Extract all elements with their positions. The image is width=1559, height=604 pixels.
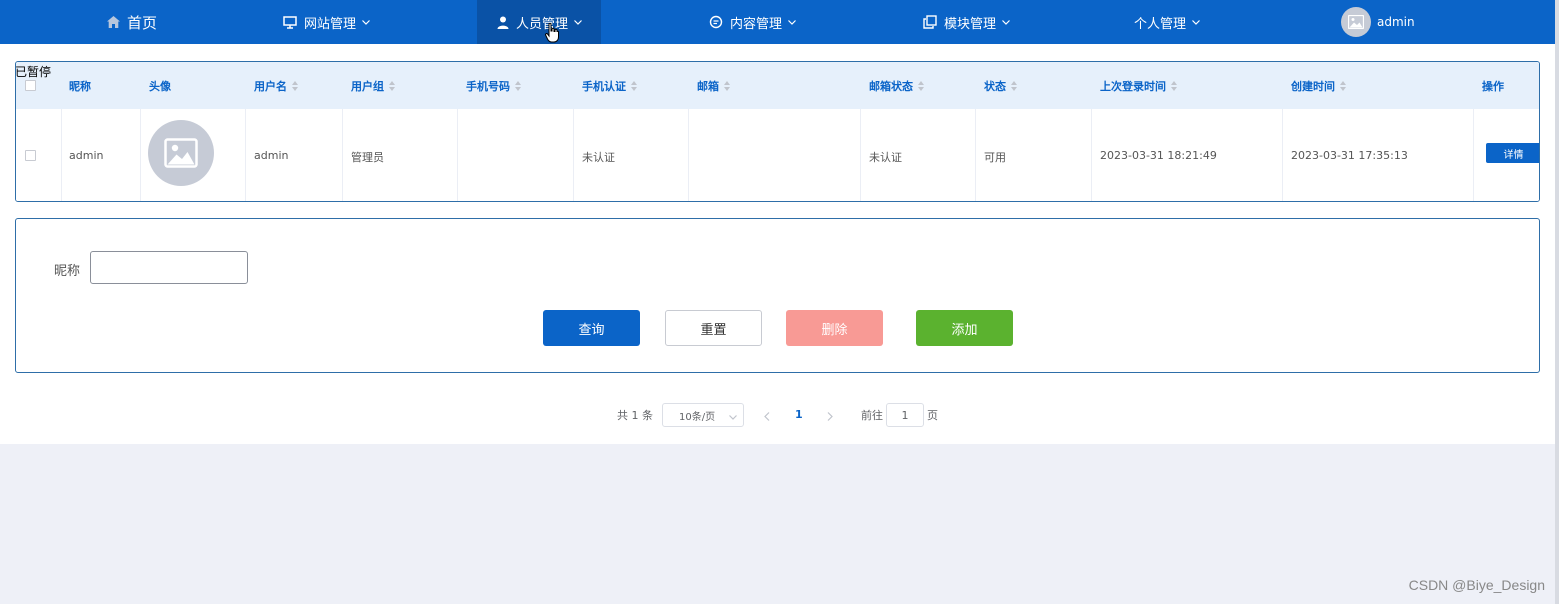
chevron-down-icon	[1192, 19, 1200, 25]
nav-label-home: 首页	[127, 13, 158, 32]
chevron-down-icon	[574, 19, 582, 25]
goto-page-input[interactable]	[886, 403, 924, 427]
chevron-down-icon	[788, 19, 796, 25]
content-panel: 昵称 头像 用户名 用户组 手机号码 手机认证 邮箱 邮箱状态 状态 上次登录时…	[0, 44, 1555, 444]
cell-username: admin	[254, 149, 289, 162]
goto-suffix: 页	[927, 409, 938, 422]
nav-label-module-management: 模块管理	[944, 16, 997, 32]
next-page-icon[interactable]	[827, 410, 833, 424]
nav-label-site-management: 网站管理	[304, 16, 357, 32]
cell-nickname: admin	[69, 149, 104, 162]
hand-cursor-icon	[545, 22, 559, 46]
nav-item-staff-management[interactable]: 人员管理	[477, 0, 601, 44]
chat-icon	[709, 15, 723, 29]
home-icon	[107, 16, 120, 28]
column-header-username[interactable]: 用户名	[254, 79, 298, 93]
nav-item-module-management[interactable]: 模块管理	[923, 0, 1010, 44]
watermark-text: CSDN @Biye_Design	[1408, 577, 1545, 593]
goto-prefix: 前往	[861, 409, 883, 422]
table-header: 昵称 头像 用户名 用户组 手机号码 手机认证 邮箱 邮箱状态 状态 上次登录时…	[16, 62, 1539, 109]
copy-icon	[923, 15, 937, 29]
page-size-value: 10条/页	[679, 411, 716, 423]
sort-icon	[515, 81, 521, 91]
user-menu[interactable]: admin	[1341, 0, 1415, 44]
nav-item-content-management[interactable]: 内容管理	[709, 0, 796, 44]
sort-icon	[1340, 81, 1346, 91]
user-name: admin	[1377, 15, 1415, 29]
column-header-phone-verified[interactable]: 手机认证	[582, 79, 637, 93]
sort-icon	[1011, 81, 1017, 91]
chevron-down-icon	[1002, 19, 1010, 25]
cell-created: 2023-03-31 17:35:13	[1291, 149, 1408, 162]
column-header-phone[interactable]: 手机号码	[466, 79, 521, 93]
sort-icon	[724, 81, 730, 91]
sort-icon	[1171, 81, 1177, 91]
column-header-avatar: 头像	[149, 80, 171, 93]
cell-status: 可用	[984, 151, 1006, 164]
sort-icon	[389, 81, 395, 91]
nickname-input[interactable]	[90, 251, 248, 284]
user-table: 昵称 头像 用户名 用户组 手机号码 手机认证 邮箱 邮箱状态 状态 上次登录时…	[15, 61, 1540, 202]
user-icon	[497, 16, 509, 29]
nickname-label: 昵称	[54, 264, 81, 279]
paused-overlay-text: 已暂停	[15, 65, 52, 79]
chevron-down-icon	[729, 412, 737, 423]
cell-last-login: 2023-03-31 18:21:49	[1100, 149, 1217, 162]
column-header-created[interactable]: 创建时间	[1291, 79, 1346, 93]
query-button[interactable]: 查询	[543, 310, 640, 346]
reset-button[interactable]: 重置	[665, 310, 762, 346]
sort-icon	[631, 81, 637, 91]
sort-icon	[292, 81, 298, 91]
row-checkbox[interactable]	[25, 150, 36, 161]
cell-group: 管理员	[351, 151, 384, 164]
window-scrollbar[interactable]	[1555, 0, 1559, 604]
select-all-checkbox[interactable]	[25, 80, 36, 91]
page-number-current[interactable]: 1	[795, 408, 803, 421]
pagination-total: 共 1 条	[617, 409, 653, 422]
nav-label-content-management: 内容管理	[730, 16, 783, 32]
prev-page-icon[interactable]	[764, 410, 770, 424]
nav-item-site-management[interactable]: 网站管理	[283, 0, 370, 44]
cell-email-status: 未认证	[869, 151, 902, 164]
column-header-status[interactable]: 状态	[984, 79, 1017, 93]
add-button[interactable]: 添加	[916, 310, 1013, 346]
nav-item-personal-management[interactable]: 个人管理	[1134, 0, 1200, 44]
avatar-icon	[1341, 7, 1371, 37]
column-header-last-login[interactable]: 上次登录时间	[1100, 79, 1177, 93]
sort-icon	[918, 81, 924, 91]
page-size-select[interactable]: 10条/页	[662, 403, 744, 427]
column-header-nickname: 昵称	[69, 80, 91, 93]
delete-button[interactable]: 删除	[786, 310, 883, 346]
column-header-email-status[interactable]: 邮箱状态	[869, 79, 924, 93]
column-header-group[interactable]: 用户组	[351, 79, 395, 93]
image-placeholder-icon	[148, 120, 214, 186]
detail-button[interactable]: 详情	[1486, 143, 1539, 163]
monitor-icon	[283, 15, 297, 29]
top-navigation: 首页 网站管理 人员管理 内容管理 模块管理 个人管理 admin	[0, 0, 1559, 44]
cell-phone-verified: 未认证	[582, 151, 615, 164]
nav-item-home[interactable]: 首页	[107, 0, 157, 44]
column-header-email[interactable]: 邮箱	[697, 79, 730, 93]
chevron-down-icon	[362, 19, 370, 25]
nav-label-staff-management: 人员管理	[516, 16, 569, 32]
column-header-actions: 操作	[1482, 80, 1504, 93]
nav-label-personal-management: 个人管理	[1134, 16, 1187, 32]
table-body: admin admin 管理员 未认证 未认证 可用 2023-03-31 18…	[16, 109, 1539, 201]
search-form: 昵称 查询 重置 删除 添加	[15, 218, 1540, 373]
